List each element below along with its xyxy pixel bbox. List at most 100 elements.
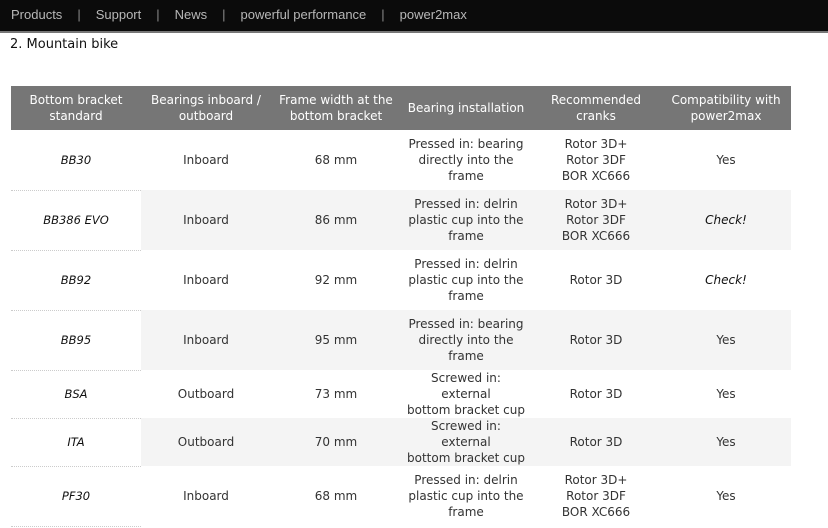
table-row: BB386 EVO Inboard 86 mm Pressed in: delrin p… xyxy=(11,190,791,251)
table-row: BB95 Inboard 95 mm Pressed in: bearing direc… xyxy=(11,310,791,371)
nav-link-products[interactable]: Products xyxy=(11,7,62,22)
column-header-compatibility: Compatibility with power2max xyxy=(661,86,791,130)
crank-line: BOR XC666 xyxy=(561,229,631,243)
cell-standard: BB92 xyxy=(11,250,141,311)
installation-line: Pressed in: bearing xyxy=(408,317,524,331)
installation-line: frame xyxy=(448,289,484,303)
installation-line: frame xyxy=(448,229,484,243)
table-row: BB30 Inboard 68 mm Pressed in: bearing direc… xyxy=(11,130,791,191)
cell-standard: BB95 xyxy=(11,310,141,371)
table-body: BB30 Inboard 68 mm Pressed in: bearing direc… xyxy=(11,130,791,527)
cell-installation: Pressed in: bearing directly into the fram… xyxy=(401,310,531,370)
crank-line: BOR XC666 xyxy=(561,169,631,183)
cell-cranks: Rotor 3D+ Rotor 3DF BOR XC666 xyxy=(531,466,661,526)
cell-frame-width: 95 mm xyxy=(271,310,401,370)
cell-frame-width: 86 mm xyxy=(271,190,401,250)
cell-frame-width: 68 mm xyxy=(314,153,358,167)
nav-separator: | xyxy=(156,6,160,22)
nav-link-powerful-performance[interactable]: powerful performance xyxy=(241,7,367,22)
installation-line: plastic cup into the xyxy=(408,273,524,287)
cell-standard: BB30 xyxy=(11,130,141,191)
crank-line: Rotor 3D xyxy=(569,435,623,449)
cell-frame-width: 73 mm xyxy=(314,387,358,401)
section-title: 2. Mountain bike xyxy=(10,37,119,52)
cell-bearings: Inboard xyxy=(183,153,229,167)
cell-installation: Pressed in: delrin plastic cup into the fr… xyxy=(401,466,531,526)
cell-installation: Pressed in: delrin plastic cup into the fr… xyxy=(401,250,531,310)
installation-line: plastic cup into the xyxy=(408,213,524,227)
cell-installation: Pressed in: bearing directly into the fram… xyxy=(401,130,531,190)
cell-cranks: Rotor 3D+ Rotor 3DF BOR XC666 xyxy=(531,130,661,190)
cell-compatibility: Check! xyxy=(661,190,791,250)
crank-line: BOR XC666 xyxy=(561,505,631,519)
table-header-row: Bottom bracket standard Bearings inboard… xyxy=(11,86,791,130)
top-navigation-bar: Products | Support | News | powerful performan… xyxy=(0,0,828,33)
cell-compatibility: Yes xyxy=(661,310,791,370)
cell-bearings: Inboard xyxy=(141,190,271,250)
cell-compatibility: Yes xyxy=(716,387,736,401)
cell-bearings: Outboard xyxy=(141,418,271,466)
cell-frame-width: 92 mm xyxy=(314,273,358,287)
column-header-standard: Bottom bracket standard xyxy=(11,86,141,130)
cell-bearings: Inboard xyxy=(141,310,271,370)
crank-line: Rotor 3D+ xyxy=(564,473,628,487)
cell-frame-width: 70 mm xyxy=(271,418,401,466)
installation-line: frame xyxy=(448,349,484,363)
installation-line: bottom bracket cup xyxy=(407,451,525,465)
nav-link-power2max[interactable]: power2max xyxy=(400,7,467,22)
table-row: BSA Outboard 73 mm Screwed in: external bott… xyxy=(11,370,791,419)
nav-separator: | xyxy=(77,6,81,22)
installation-line: directly into the xyxy=(418,153,514,167)
cell-installation: Screwed in: external bottom bracket cup xyxy=(401,418,531,466)
bottom-bracket-table: Bottom bracket standard Bearings inboard… xyxy=(11,86,791,527)
cell-compatibility: Yes xyxy=(661,418,791,466)
installation-line: Pressed in: bearing xyxy=(408,137,524,151)
crank-line: Rotor 3DF xyxy=(566,489,626,503)
crank-line: Rotor 3D xyxy=(569,273,623,287)
installation-line: Pressed in: delrin xyxy=(414,197,518,211)
crank-line: Rotor 3DF xyxy=(566,213,626,227)
nav-link-news[interactable]: News xyxy=(175,7,208,22)
cell-standard: BSA xyxy=(11,370,141,419)
installation-line: plastic cup into the xyxy=(408,489,524,503)
nav-list: Products | Support | News | powerful performan… xyxy=(0,0,828,28)
column-header-frame-width: Frame width at the bottom bracket xyxy=(271,86,401,130)
cell-compatibility: Yes xyxy=(716,153,736,167)
crank-line: Rotor 3D+ xyxy=(564,197,628,211)
cell-cranks: Rotor 3D xyxy=(531,250,661,310)
cell-frame-width: 68 mm xyxy=(314,489,358,503)
cell-cranks: Rotor 3D+ Rotor 3DF BOR XC666 xyxy=(531,190,661,250)
cell-compatibility: Check! xyxy=(705,273,747,287)
crank-line: Rotor 3D xyxy=(569,387,623,401)
column-header-installation: Bearing installation xyxy=(401,86,531,130)
nav-separator: | xyxy=(222,6,226,22)
column-header-bearings: Bearings inboard / outboard xyxy=(141,86,271,130)
installation-line: bottom bracket cup xyxy=(407,403,525,417)
cell-installation: Pressed in: delrin plastic cup into the fr… xyxy=(401,190,531,250)
installation-line: directly into the xyxy=(418,333,514,347)
installation-line: Pressed in: delrin xyxy=(414,473,518,487)
cell-bearings: Inboard xyxy=(183,273,229,287)
table-row: ITA Outboard 70 mm Screwed in: external bott… xyxy=(11,418,791,467)
column-header-cranks: Recommended cranks xyxy=(531,86,661,130)
cell-installation: Screwed in: external bottom bracket cup xyxy=(401,370,531,418)
crank-line: Rotor 3D+ xyxy=(564,137,628,151)
table-row: PF30 Inboard 68 mm Pressed in: delrin plasti… xyxy=(11,466,791,527)
cell-cranks: Rotor 3D xyxy=(531,370,661,418)
cell-bearings: Outboard xyxy=(177,387,235,401)
crank-line: Rotor 3DF xyxy=(566,153,626,167)
table-row: BB92 Inboard 92 mm Pressed in: delrin plasti… xyxy=(11,250,791,311)
cell-standard: PF30 xyxy=(11,466,141,527)
cell-compatibility: Yes xyxy=(716,489,736,503)
cell-cranks: Rotor 3D xyxy=(531,310,661,370)
cell-bearings: Inboard xyxy=(183,489,229,503)
installation-line: Pressed in: delrin xyxy=(414,257,518,271)
nav-separator: | xyxy=(381,6,385,22)
installation-line: frame xyxy=(448,169,484,183)
cell-standard: BB386 EVO xyxy=(11,190,141,251)
installation-line: Screwed in: external xyxy=(431,371,501,401)
cell-standard: ITA xyxy=(11,418,141,467)
installation-line: Screwed in: external xyxy=(431,419,501,449)
nav-link-support[interactable]: Support xyxy=(96,7,142,22)
installation-line: frame xyxy=(448,505,484,519)
